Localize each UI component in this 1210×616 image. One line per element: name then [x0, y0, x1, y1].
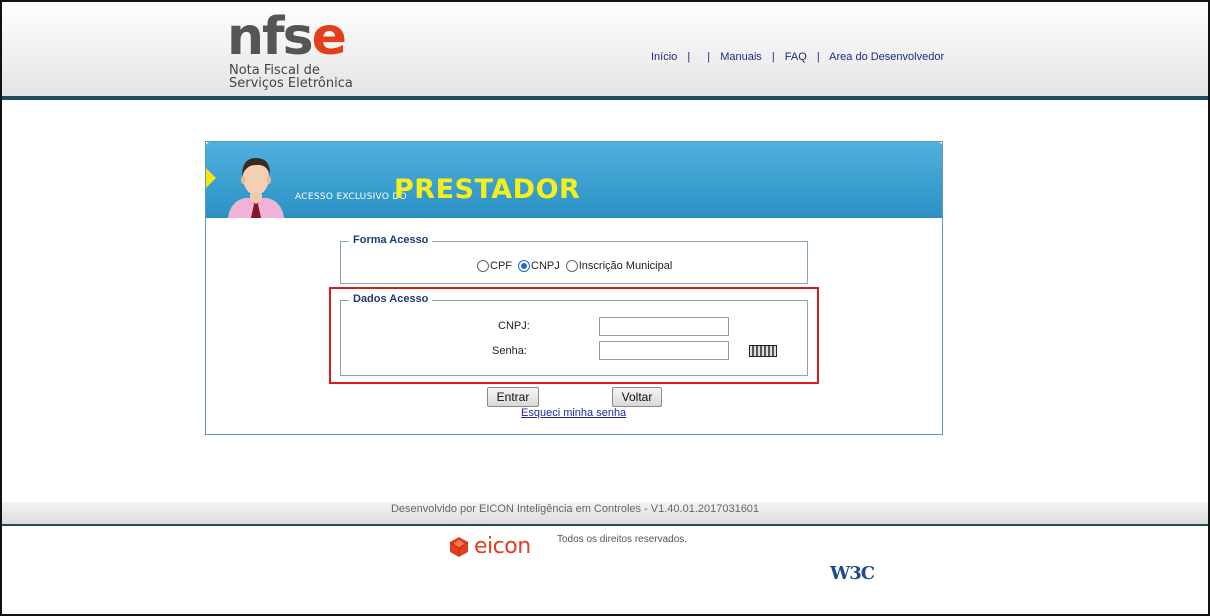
- top-navigation: Início | | Manuais | FAQ | Area do Desen…: [651, 51, 944, 63]
- nav-separator: |: [687, 51, 691, 63]
- page-header: [2, 2, 1208, 97]
- nav-area-desenvolvedor[interactable]: Area do Desenvolvedor: [829, 51, 944, 63]
- banner-subtitle: Acesso exclusivo do: [295, 192, 407, 202]
- senha-input[interactable]: [599, 341, 729, 360]
- banner-title: PRESTADOR: [394, 174, 581, 205]
- nav-separator: |: [816, 51, 820, 63]
- nav-separator: |: [771, 51, 775, 63]
- entrar-button[interactable]: Entrar: [487, 387, 539, 407]
- virtual-keyboard-icon[interactable]: [749, 345, 777, 357]
- nfse-logo[interactable]: nfse Nota Fiscal de Serviços Eletrônica: [227, 11, 353, 90]
- access-type-radio-group: CPF CNPJ Inscrição Municipal: [477, 260, 678, 272]
- logo-tagline-line2: Serviços Eletrônica: [229, 76, 353, 91]
- eicon-logo[interactable]: eicon: [448, 534, 531, 559]
- cnpj-label: CNPJ:: [498, 320, 530, 332]
- logo-word: nfse: [227, 11, 353, 63]
- rights-text: Todos os direitos reservados.: [557, 534, 688, 545]
- person-avatar-icon: [228, 158, 284, 218]
- nav-manuais[interactable]: Manuais: [720, 51, 762, 63]
- nav-inicio[interactable]: Início: [651, 51, 677, 63]
- radio-cpf-label[interactable]: CPF: [490, 260, 512, 272]
- forma-acesso-legend: Forma Acesso: [349, 234, 433, 246]
- footer-divider: [2, 524, 1208, 526]
- senha-label: Senha:: [492, 345, 527, 357]
- eicon-mark-icon: [449, 536, 469, 557]
- developed-by-text: Desenvolvido por EICON Inteligência em C…: [390, 503, 760, 515]
- nav-faq[interactable]: FAQ: [785, 51, 807, 63]
- radio-inscricao-municipal[interactable]: [565, 260, 578, 272]
- logo-tagline: Nota Fiscal de Serviços Eletrônica: [229, 64, 353, 90]
- banner-arrow-icon: [206, 168, 216, 188]
- logo-word-gray: nfs: [227, 7, 314, 67]
- radio-cpf[interactable]: [477, 260, 489, 272]
- prestador-banner: Acesso exclusivo do PRESTADOR: [206, 142, 942, 218]
- eicon-wordmark: eicon: [474, 534, 531, 559]
- w3c-logo[interactable]: W3C: [830, 563, 875, 584]
- radio-inscricao-municipal-label[interactable]: Inscrição Municipal: [579, 260, 673, 272]
- logo-word-orange: e: [311, 7, 347, 67]
- forma-acesso-fieldset: Forma Acesso CPF CNPJ Inscrição Municipa…: [340, 234, 808, 284]
- radio-cnpj-label[interactable]: CNPJ: [531, 260, 560, 272]
- voltar-button[interactable]: Voltar: [612, 387, 662, 407]
- header-divider: [2, 96, 1208, 100]
- forgot-password-link[interactable]: Esqueci minha senha: [521, 407, 626, 419]
- dados-acesso-fieldset: Dados Acesso: [340, 293, 808, 376]
- cnpj-input[interactable]: [599, 317, 729, 336]
- nav-separator: |: [707, 51, 711, 63]
- dados-acesso-legend: Dados Acesso: [349, 293, 433, 305]
- radio-cnpj[interactable]: [518, 260, 530, 272]
